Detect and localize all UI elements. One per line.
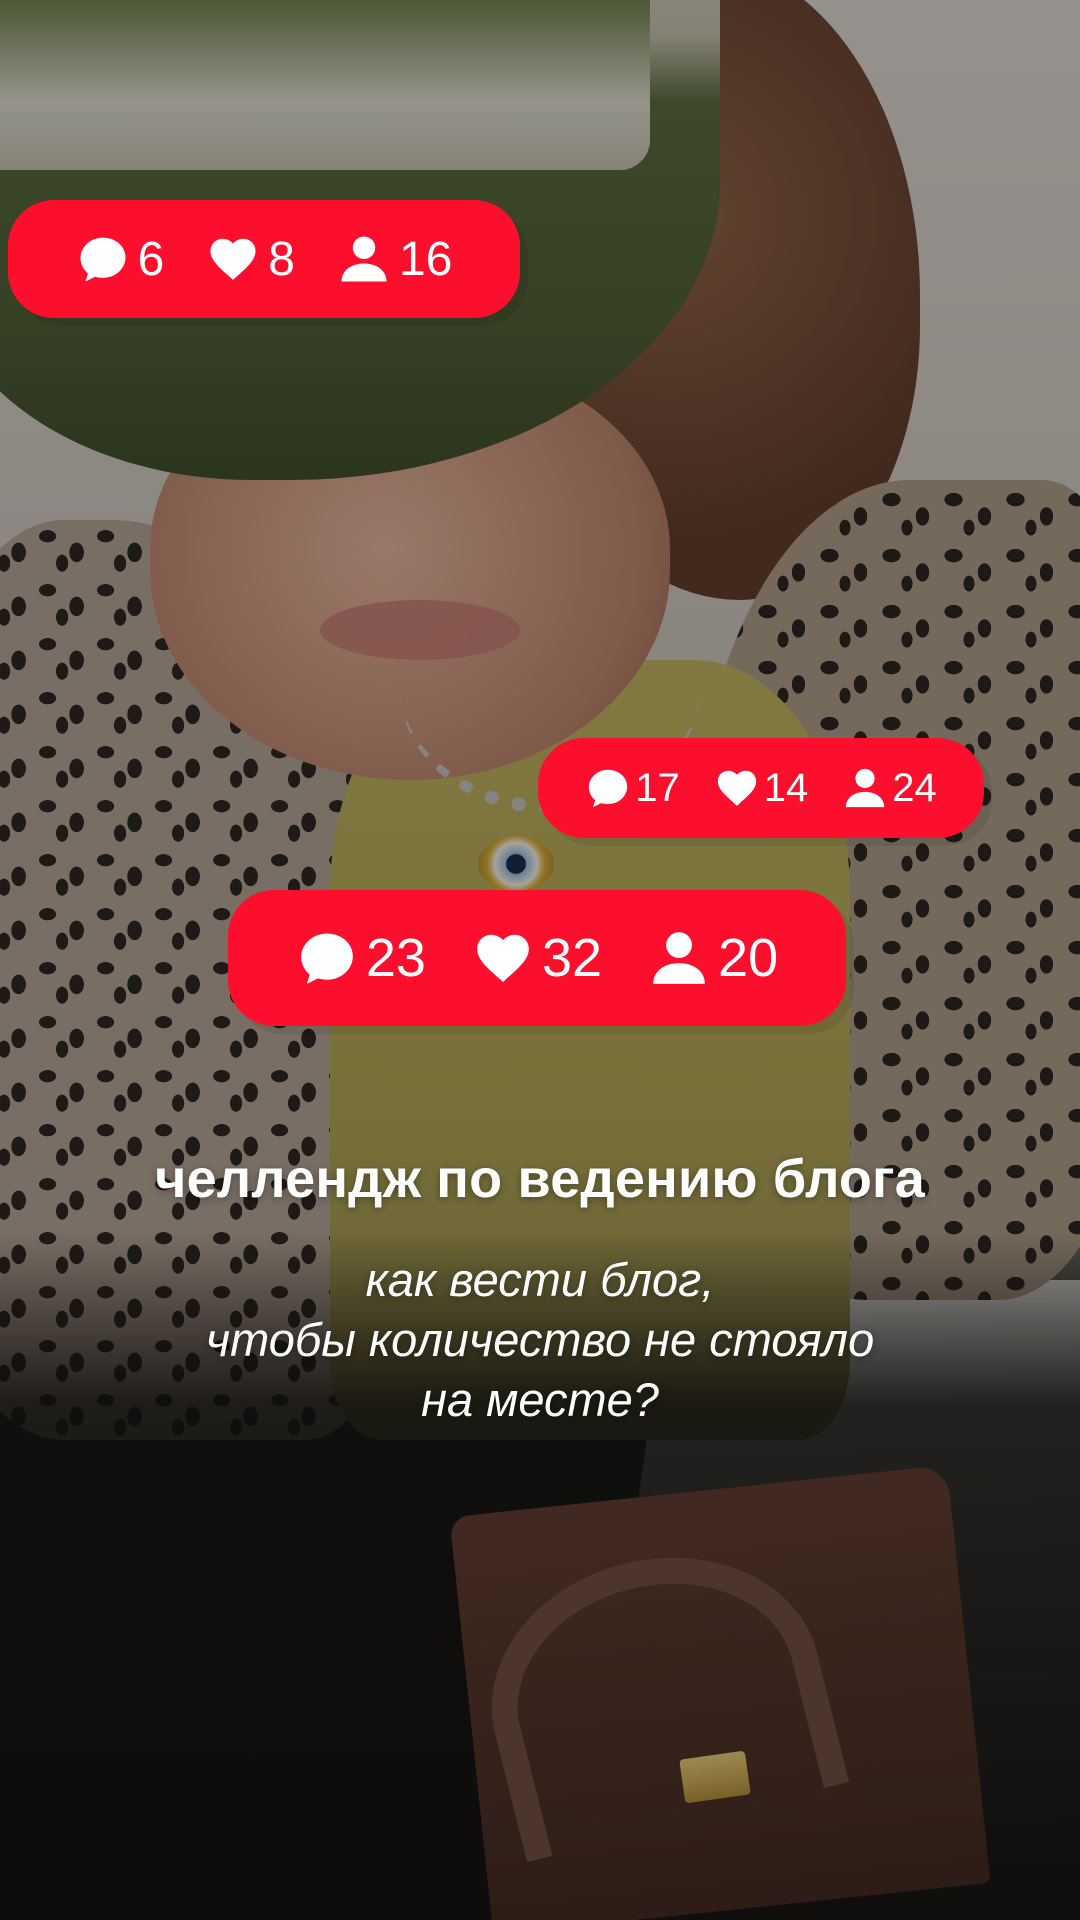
notification-bubble-3: 23 32 20	[228, 890, 846, 1026]
followers-count: 16	[399, 232, 453, 286]
person-icon	[653, 932, 705, 984]
followers-stat: 24	[842, 765, 937, 811]
likes-count: 8	[268, 232, 295, 286]
comment-bubble-icon	[80, 237, 126, 282]
heart-icon	[717, 770, 756, 806]
followers-count: 24	[892, 765, 937, 810]
likes-count: 32	[541, 928, 603, 988]
heart-icon	[210, 238, 256, 280]
person-icon	[341, 236, 387, 282]
story-title: челлендж по ведению блога	[155, 1149, 925, 1209]
comments-count: 6	[137, 232, 165, 286]
comments-stat: 23	[296, 927, 426, 989]
likes-count: 14	[763, 765, 809, 810]
followers-stat: 20	[648, 927, 778, 989]
followers-count: 20	[718, 928, 779, 988]
notification-bubble-2: 17 14 24	[538, 738, 984, 838]
likes-stat: 14	[714, 765, 809, 811]
person-icon	[846, 768, 885, 808]
story-subtitle: как вести блог, чтобы количество не стоя…	[0, 1250, 1080, 1430]
comment-bubble-icon	[589, 769, 628, 808]
subtitle-line-2: чтобы количество не стояло	[205, 1313, 875, 1366]
comments-stat: 17	[585, 765, 680, 811]
likes-stat: 8	[206, 232, 295, 287]
subtitle-line-1: как вести блог,	[365, 1253, 715, 1306]
heart-icon	[477, 934, 529, 983]
comments-stat: 6	[76, 232, 165, 287]
likes-stat: 32	[472, 927, 602, 989]
comments-count: 23	[365, 928, 426, 988]
followers-stat: 16	[337, 232, 452, 287]
subtitle-line-3: на месте?	[421, 1373, 659, 1426]
notification-bubble-1: 6 8 16	[8, 200, 520, 318]
comment-bubble-icon	[301, 933, 353, 984]
comments-count: 17	[635, 765, 680, 810]
